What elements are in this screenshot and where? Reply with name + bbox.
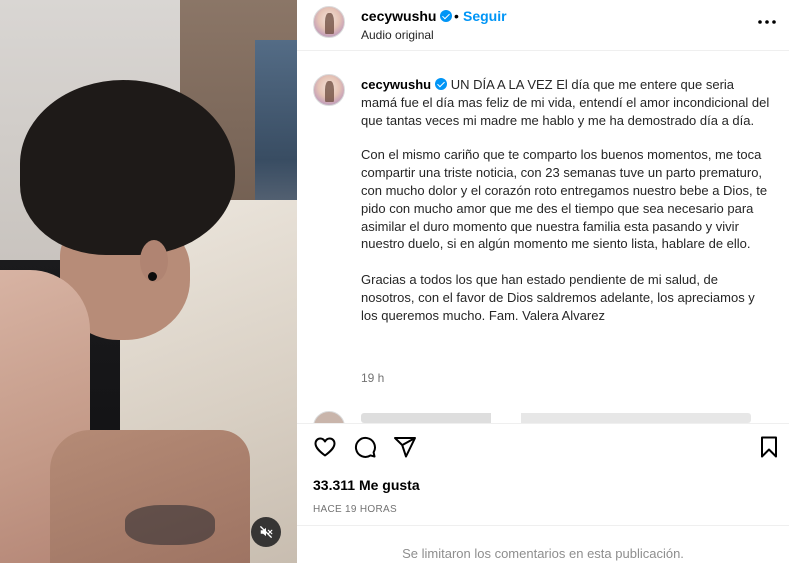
avatar[interactable] [313, 6, 345, 38]
audio-link[interactable]: Audio original [361, 28, 434, 42]
post-caption: cecywushu UN DÍA A LA VEZ El día que me … [297, 52, 789, 423]
next-comment-peek [313, 409, 773, 423]
likes-count[interactable]: 33.311 Me gusta [313, 477, 420, 493]
bookmark-icon[interactable] [757, 435, 781, 459]
comment-icon[interactable] [353, 435, 377, 459]
caption-paragraph: Gracias a todos los que han estado pendi… [361, 272, 755, 323]
caption-avatar[interactable] [313, 74, 345, 106]
comment-avatar [313, 411, 345, 423]
heart-icon[interactable] [313, 435, 337, 459]
comments-disabled-notice: Se limitaron los comentarios en esta pub… [297, 525, 789, 581]
share-icon[interactable] [393, 435, 417, 459]
more-options-button[interactable] [755, 10, 779, 34]
video-frame [0, 0, 297, 563]
mute-button[interactable] [251, 517, 281, 547]
username-link[interactable]: cecywushu [361, 8, 453, 24]
post-sidebar: cecywushu • Seguir Audio original cecywu… [297, 0, 789, 581]
post-media[interactable] [0, 0, 297, 563]
more-horizontal-icon [758, 20, 776, 24]
caption-text: cecywushu UN DÍA A LA VEZ El día que me … [361, 76, 771, 343]
verified-badge-icon [435, 78, 448, 90]
verified-badge-icon [440, 10, 453, 22]
caption-username[interactable]: cecywushu [361, 77, 448, 92]
separator-dot: • [454, 8, 459, 24]
caption-title: UN DÍA A LA VEZ [450, 77, 553, 92]
post-header: cecywushu • Seguir Audio original [297, 0, 789, 51]
post-time-ago: HACE 19 HORAS [313, 504, 397, 515]
caption-timestamp: 19 h [361, 371, 385, 385]
caption-paragraph: Con el mismo cariño que te comparto los … [361, 147, 768, 252]
follow-button[interactable]: Seguir [463, 8, 507, 24]
speaker-muted-icon [260, 526, 273, 538]
